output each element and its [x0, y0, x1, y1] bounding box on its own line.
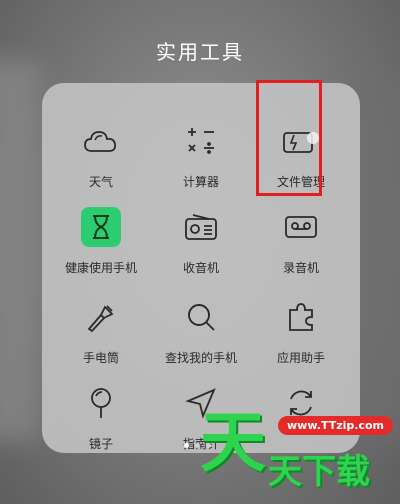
- hourglass-tile: [81, 207, 121, 247]
- background-blur-left: [0, 60, 40, 440]
- tool-label: 手电筒: [82, 351, 119, 365]
- tool-label: 收音机: [182, 261, 219, 275]
- tool-app-assistant[interactable]: 应用助手: [248, 279, 354, 371]
- tool-label: 计算器: [182, 175, 219, 189]
- tool-label: 查找我的手机: [164, 351, 237, 365]
- page-dot-1[interactable]: [184, 443, 189, 448]
- mirror-icon: [81, 383, 121, 423]
- tool-mirror[interactable]: 镜子: [48, 365, 154, 457]
- weather-cloud-icon: [81, 121, 121, 161]
- tool-calculator[interactable]: 计算器: [148, 103, 254, 195]
- page-title: 实用工具: [156, 40, 244, 64]
- calculator-icon: [181, 121, 221, 161]
- tool-recorder[interactable]: 录音机: [248, 189, 354, 281]
- tool-flashlight[interactable]: 手电筒: [48, 279, 154, 371]
- magnifier-icon: [181, 297, 221, 337]
- tool-healthy-phone-use[interactable]: 健康使用手机: [48, 189, 154, 281]
- tool-label: 录音机: [282, 261, 319, 275]
- annotation-highlight-box: [256, 80, 322, 196]
- puzzle-icon: [281, 297, 321, 337]
- radio-icon: [181, 207, 221, 247]
- tool-label: 应用助手: [276, 351, 325, 365]
- flashlight-icon: [81, 297, 121, 337]
- tool-label: 天气: [88, 175, 113, 189]
- tool-radio[interactable]: 收音机: [148, 189, 254, 281]
- tool-weather[interactable]: 天气: [48, 103, 154, 195]
- watermark-text: 天下载: [268, 452, 370, 492]
- hourglass-icon: [81, 207, 121, 247]
- tool-label: 镜子: [88, 437, 113, 451]
- tool-find-my-phone[interactable]: 查找我的手机: [148, 279, 254, 371]
- recorder-icon: [281, 207, 321, 247]
- watermark-url: www.TTzip.com: [278, 416, 393, 435]
- watermark-logo: 天: [200, 404, 266, 481]
- tool-label: 健康使用手机: [64, 261, 137, 275]
